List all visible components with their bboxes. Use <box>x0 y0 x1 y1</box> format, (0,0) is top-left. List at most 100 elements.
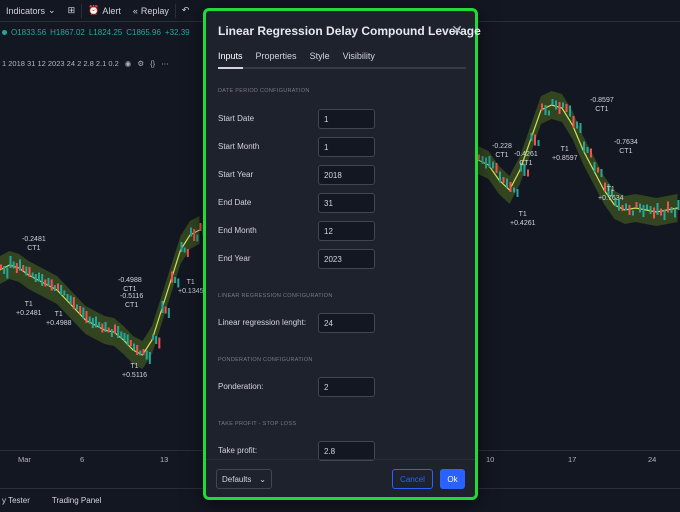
dialog-title: Linear Regression Delay Compound Leverag… <box>218 24 481 38</box>
tab-inputs[interactable]: Inputs <box>218 51 243 69</box>
candle <box>544 105 547 115</box>
inputs-panel[interactable]: DATE PERIOD CONFIGURATION Start Date 1 S… <box>206 79 475 463</box>
chevron-down-icon: ⌄ <box>259 474 266 484</box>
field-end-year: End Year 2023 <box>218 249 468 269</box>
alert-label: Alert <box>102 5 121 16</box>
defaults-label: Defaults <box>222 474 252 484</box>
candle <box>646 204 648 210</box>
more-icon[interactable]: ⋯ <box>161 59 169 68</box>
candle <box>485 157 487 169</box>
take-profit-input[interactable]: 2.8 <box>318 441 375 461</box>
marker-value: +0.4988 <box>46 320 72 327</box>
start-year-input[interactable]: 2018 <box>318 165 375 185</box>
x-tick: Mar <box>18 455 31 464</box>
trade-marker: -0.228 CT1 <box>492 142 512 160</box>
trade-marker: T1 +0.4988 <box>46 310 72 328</box>
trade-marker: T1 +0.8597 <box>552 145 578 163</box>
close-icon[interactable]: ✕ <box>451 22 463 39</box>
tab-style[interactable]: Style <box>310 51 330 67</box>
candle <box>649 206 652 214</box>
candle <box>9 256 12 268</box>
source-code-icon[interactable]: {} <box>150 59 155 68</box>
trade-marker: T1 +0.7634 <box>598 185 624 203</box>
marker-value: +0.1345 <box>178 288 204 295</box>
layout-button[interactable]: ⊞ <box>62 0 82 22</box>
eye-icon[interactable]: ◉ <box>125 59 132 68</box>
marker-text: T1 <box>606 186 615 193</box>
indicator-params: 1 2018 31 12 2023 24 2 2.8 2.1 0.2 <box>2 58 119 68</box>
ok-button[interactable]: Ok <box>440 469 465 489</box>
candle <box>0 264 2 270</box>
marker-value: +0.5116 <box>122 372 147 379</box>
ponderation-input[interactable]: 2 <box>318 377 375 397</box>
candle <box>110 329 113 337</box>
cancel-button[interactable]: Cancel <box>392 469 433 489</box>
candle <box>635 202 638 208</box>
candle <box>133 343 135 351</box>
candle <box>76 304 78 310</box>
rewind-icon: « <box>132 5 138 16</box>
field-label: End Date <box>218 198 252 207</box>
marker-text: -0.5116 <box>120 293 144 300</box>
field-take-profit: Take profit: 2.8 <box>218 441 468 461</box>
dialog-footer: Defaults ⌄ Cancel Ok <box>206 459 475 497</box>
trade-marker: T1 +0.4261 <box>510 210 536 228</box>
settings-icon[interactable]: ⚙ <box>137 59 144 68</box>
defaults-dropdown[interactable]: Defaults ⌄ <box>216 469 272 489</box>
field-label: Start Year <box>218 170 254 179</box>
strategy-tester-tab[interactable]: y Tester <box>0 496 32 505</box>
candle <box>104 322 107 332</box>
candle <box>91 318 94 328</box>
end-month-input[interactable]: 12 <box>318 221 375 241</box>
undo-button[interactable]: ↶ <box>176 0 196 22</box>
candle <box>60 285 63 295</box>
linreg-length-input[interactable]: 24 <box>318 313 375 333</box>
alarm-clock-icon: ⏰ <box>88 5 100 15</box>
indicators-button[interactable]: Indicators ⌄ <box>0 0 62 22</box>
alert-button[interactable]: ⏰ Alert <box>82 0 127 22</box>
marker-text: -0.8597 <box>590 97 614 104</box>
start-date-input[interactable]: 1 <box>318 109 375 129</box>
trading-panel-tab[interactable]: Trading Panel <box>50 496 104 505</box>
field-label: Start Month <box>218 142 260 151</box>
field-label: Take profit: <box>218 446 258 455</box>
tab-properties[interactable]: Properties <box>256 51 297 67</box>
candle <box>180 242 183 252</box>
candle <box>72 297 75 309</box>
end-year-input[interactable]: 2023 <box>318 249 375 269</box>
candle <box>136 345 139 355</box>
marker-text: T1 <box>186 279 195 286</box>
start-month-input[interactable]: 1 <box>318 137 375 157</box>
candle <box>628 205 631 215</box>
candle <box>565 104 568 112</box>
marker-text: -0.4261 <box>514 151 538 158</box>
section-heading: TAKE PROFIT - STOP LOSS <box>218 421 297 427</box>
candle <box>677 200 680 210</box>
candle <box>196 234 199 242</box>
candle <box>139 350 142 356</box>
tab-visibility[interactable]: Visibility <box>343 51 375 67</box>
end-date-input[interactable]: 31 <box>318 193 375 213</box>
section-heading: PONDERATION CONFIGURATION <box>218 357 313 363</box>
candle <box>513 187 515 193</box>
marker-value: +0.7634 <box>598 195 624 202</box>
marker-text: -0.228 <box>492 143 512 150</box>
field-label: Linear regression lenght: <box>218 318 307 327</box>
candle <box>152 334 154 340</box>
status-dot-icon <box>2 29 7 35</box>
candle <box>12 261 15 269</box>
field-label: Start Date <box>218 114 255 123</box>
candle <box>183 247 186 253</box>
replay-button[interactable]: « Replay <box>127 0 175 22</box>
candle <box>555 100 557 110</box>
candle <box>586 147 589 153</box>
undo-icon: ↶ <box>181 5 190 15</box>
candle <box>101 323 104 333</box>
candle <box>50 279 53 291</box>
candle <box>639 203 641 213</box>
candle <box>569 105 571 117</box>
candle <box>621 205 624 211</box>
candle <box>199 223 202 231</box>
indicators-label: Indicators <box>6 5 46 16</box>
candle <box>478 154 480 160</box>
